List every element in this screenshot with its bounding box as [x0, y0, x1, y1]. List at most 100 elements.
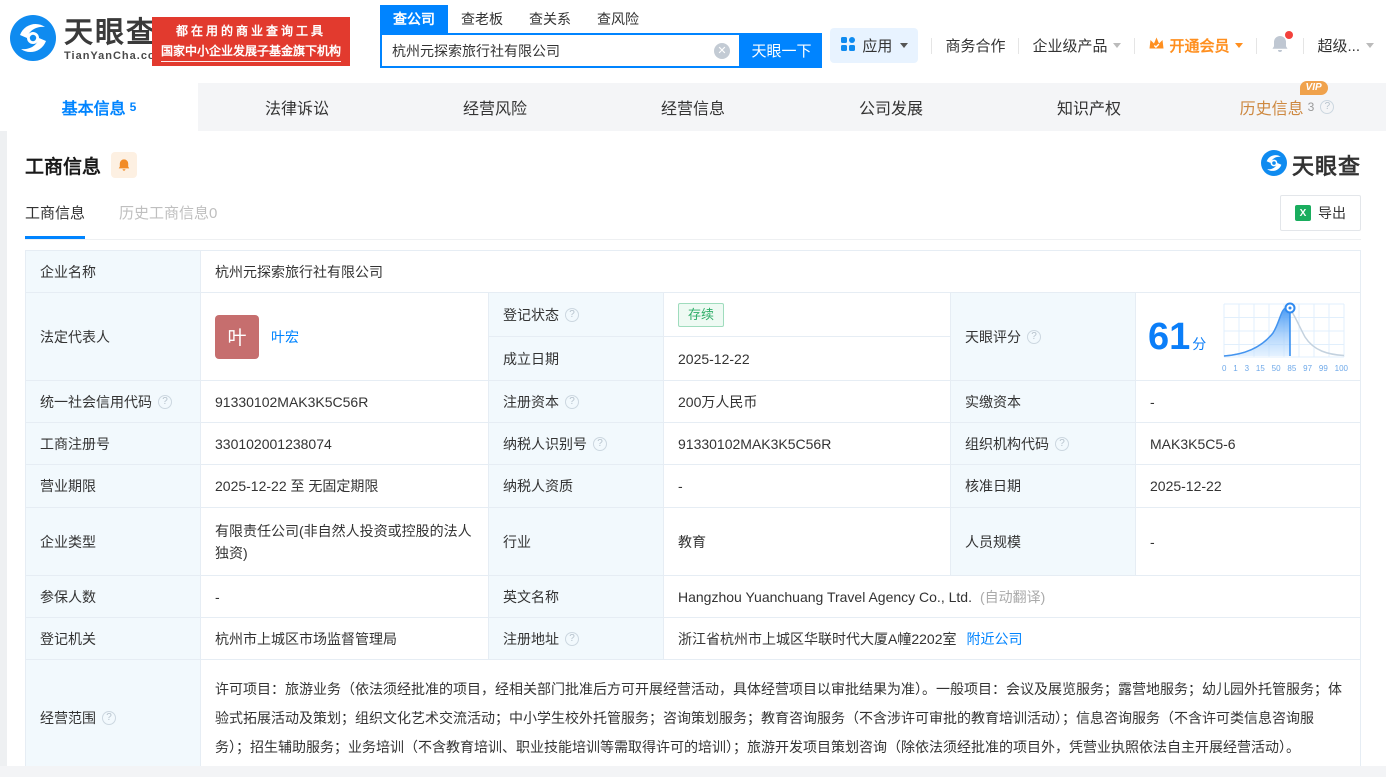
field-label-reg-status: 登记状态 [489, 293, 664, 337]
tianyancha-company-page: 天眼查 TianYanCha.com 都在用的商业查询工具 国家中小企业发展子基… [0, 0, 1386, 777]
table-row: 法定代表人 叶 叶宏 登记状态 存续 成立日期 2025-12-22 [26, 293, 1360, 381]
field-label-insured: 参保人数 [26, 576, 201, 618]
table-row: 参保人数 - 英文名称 Hangzhou Yuanchuang Travel A… [26, 576, 1360, 618]
export-label: 导出 [1318, 205, 1346, 221]
chart-x-axis-ticks: 0 1 3 15 50 85 97 99 100 [1222, 364, 1348, 373]
legal-rep-avatar[interactable]: 叶 [215, 314, 259, 359]
slogan-line2: 国家中小企业发展子基金旗下机构 [160, 42, 341, 62]
field-label-credit-code: 统一社会信用代码 [26, 381, 201, 423]
chevron-down-icon [1113, 43, 1122, 48]
search-tab-boss[interactable]: 查老板 [448, 5, 516, 33]
help-icon[interactable] [102, 711, 116, 725]
tab-legal-litigation[interactable]: 法律诉讼 [198, 83, 396, 131]
chevron-down-icon [900, 43, 909, 48]
divider [931, 37, 933, 54]
divider [1018, 37, 1020, 54]
field-value-industry: 教育 [664, 508, 951, 576]
table-row: 营业期限 2025-12-22 至 无固定期限 纳税人资质 - 核准日期 202… [26, 465, 1360, 508]
legal-rep-link[interactable]: 叶宏 [271, 327, 299, 347]
field-label-company-name: 企业名称 [26, 251, 201, 293]
tab-operation-risk[interactable]: 经营风险 [396, 83, 594, 131]
field-value-score: 61 分 0 1 3 15 50 85 97 99 100 [1136, 293, 1360, 381]
field-label-scope: 经营范围 [26, 660, 201, 776]
super-vip-label: 超级... [1317, 38, 1360, 55]
vip-badge: VIP [1299, 81, 1328, 95]
chevron-down-icon [1235, 43, 1244, 48]
section-watermark-logo: 天眼查 [1260, 149, 1361, 181]
company-nav-tabs: 基本信息 5 法律诉讼 经营风险 经营信息 公司发展 知识产权 历史信息 VIP… [0, 81, 1386, 131]
page-left-edge [0, 131, 7, 766]
apps-menu[interactable]: 应用 [830, 28, 919, 63]
tab-label: 经营信息 [660, 101, 725, 118]
field-value-insured: - [201, 576, 489, 618]
field-label-company-type: 企业类型 [26, 508, 201, 576]
tab-operation-info[interactable]: 经营信息 [594, 83, 792, 131]
field-label-term: 营业期限 [26, 465, 201, 508]
field-label-staff-size: 人员规模 [951, 508, 1136, 576]
field-label-reg-no: 工商注册号 [26, 423, 201, 465]
subtab-business-info[interactable]: 工商信息 [25, 202, 86, 239]
chevron-down-icon [1366, 43, 1374, 48]
tab-company-development[interactable]: 公司发展 [792, 83, 990, 131]
field-value-staff-size: - [1136, 508, 1360, 576]
help-icon[interactable] [593, 436, 607, 451]
nearby-companies-link[interactable]: 附近公司 [966, 629, 1022, 649]
help-icon[interactable] [158, 394, 172, 409]
open-vip[interactable]: 开通会员 [1148, 35, 1244, 56]
business-info-table: 企业名称 杭州元探索旅行社有限公司 法定代表人 叶 叶宏 登记状态 存续 [25, 250, 1361, 777]
field-label-industry: 行业 [489, 508, 664, 576]
subtab-history-business-info[interactable]: 历史工商信息0 [119, 202, 217, 239]
notification-bell[interactable] [1270, 30, 1294, 58]
super-vip-menu[interactable]: 超级... [1317, 35, 1374, 56]
bell-icon [118, 159, 130, 171]
field-value-english-name: Hangzhou Yuanchuang Travel Agency Co., L… [664, 576, 1360, 618]
tab-history-info[interactable]: 历史信息 VIP 3 [1188, 81, 1386, 131]
clear-search-icon[interactable]: ✕ [714, 43, 730, 59]
tab-label: 公司发展 [858, 101, 923, 118]
tab-basic-info[interactable]: 基本信息 5 [0, 83, 198, 131]
notification-dot [1285, 30, 1294, 39]
page-bottom-edge [0, 766, 1386, 777]
field-value-address: 浙江省杭州市上城区华联时代大厦A幢2202室 附近公司 [664, 618, 1360, 660]
business-cooperation[interactable]: 商务合作 [945, 35, 1005, 56]
section-header: 工商信息 天眼查 [25, 149, 1361, 181]
field-label-authority: 登记机关 [26, 618, 201, 660]
site-logo[interactable]: 天眼查 TianYanCha.com [10, 15, 166, 66]
field-value-reg-capital: 200万人民币 [664, 381, 951, 423]
field-value-paid-capital: - [1136, 381, 1360, 423]
search-button[interactable]: 天眼一下 [741, 33, 822, 68]
help-icon[interactable] [1320, 100, 1335, 114]
score-unit: 分 [1192, 335, 1207, 352]
help-icon[interactable] [1055, 436, 1069, 451]
table-row: 登记机关 杭州市上城区市场监督管理局 注册地址 浙江省杭州市上城区华联时代大厦A… [26, 618, 1360, 660]
export-button[interactable]: X 导出 [1280, 195, 1361, 231]
field-label-establish-date: 成立日期 [489, 337, 664, 381]
help-icon[interactable] [1027, 329, 1041, 344]
enterprise-products[interactable]: 企业级产品 [1032, 35, 1122, 56]
field-value-legal-rep: 叶 叶宏 [201, 293, 489, 381]
table-row: 经营范围 许可项目：旅游业务（依法须经批准的项目，经相关部门批准后方可开展经营活… [26, 660, 1360, 776]
field-label-english-name: 英文名称 [489, 576, 664, 618]
subscribe-bell-button[interactable] [111, 152, 138, 178]
help-icon[interactable] [565, 631, 579, 646]
search-input-wrap: ✕ [380, 33, 741, 68]
search-tab-risk[interactable]: 查风险 [584, 5, 652, 33]
field-label-paid-capital: 实缴资本 [951, 381, 1136, 423]
search-input[interactable] [382, 35, 739, 66]
address-text: 浙江省杭州市上城区华联时代大厦A幢2202室 [678, 630, 957, 647]
english-name-text: Hangzhou Yuanchuang Travel Agency Co., L… [678, 588, 972, 605]
help-icon[interactable] [565, 307, 579, 322]
help-icon[interactable] [565, 394, 579, 409]
score-number: 61 [1148, 315, 1191, 358]
search-tab-relation[interactable]: 查关系 [516, 5, 584, 33]
tab-intellectual-property[interactable]: 知识产权 [990, 83, 1188, 131]
enterprise-products-label: 企业级产品 [1032, 38, 1108, 55]
field-value-company-type: 有限责任公司(非自然人投资或控股的法人独资) [201, 508, 489, 576]
field-label-taxpayer-no: 纳税人识别号 [489, 423, 664, 465]
field-value-company-name: 杭州元探索旅行社有限公司 [201, 251, 1360, 293]
tab-label: 法律诉讼 [264, 101, 329, 118]
status-badge: 存续 [678, 302, 725, 327]
field-value-term: 2025-12-22 至 无固定期限 [201, 465, 489, 508]
apps-label: 应用 [862, 38, 893, 55]
search-tab-company[interactable]: 查公司 [380, 5, 448, 33]
